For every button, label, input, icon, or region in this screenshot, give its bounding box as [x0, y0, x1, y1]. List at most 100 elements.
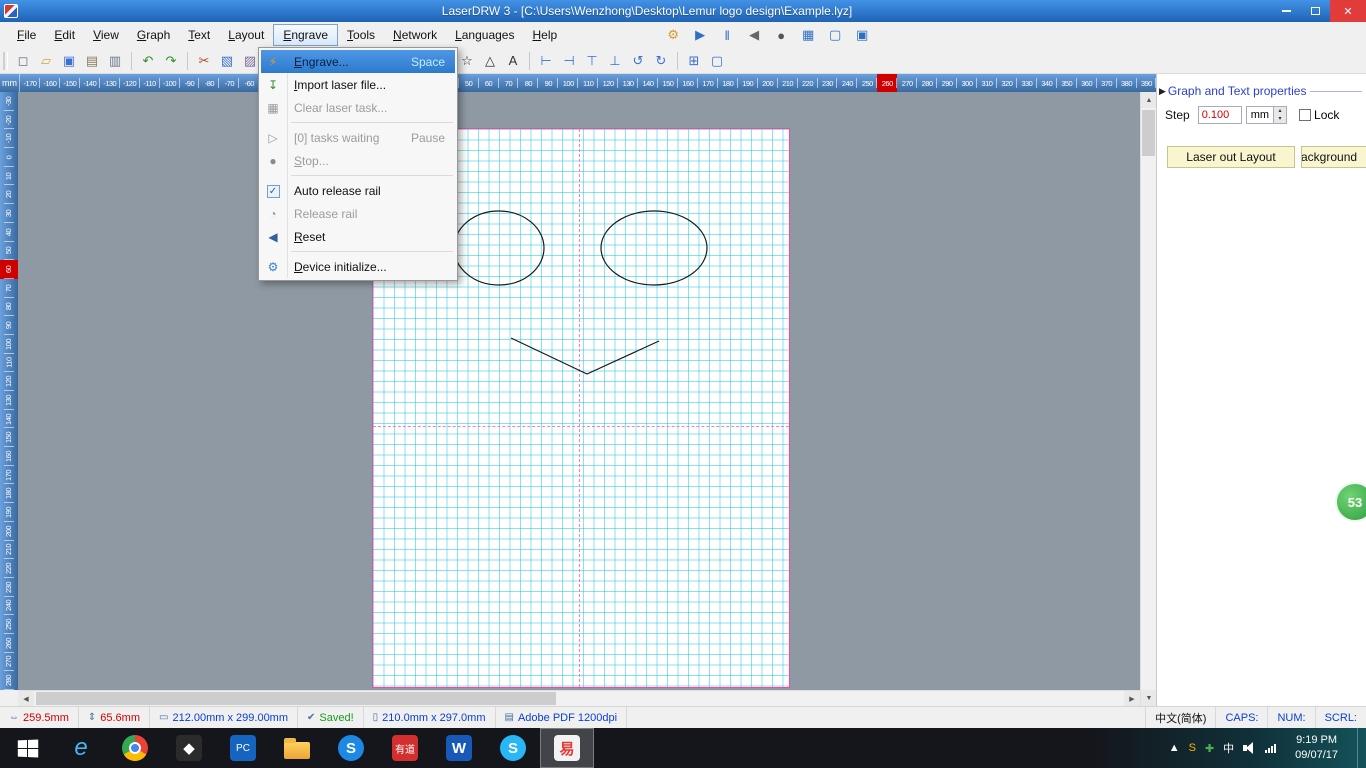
- unit-select[interactable]: mm ▴ ▾: [1246, 106, 1287, 124]
- toolbar-grip[interactable]: [3, 52, 8, 70]
- menu-item-0-tasks-waiting[interactable]: ▷[0] tasks waitingPause: [261, 126, 455, 149]
- menu-item-release-rail[interactable]: ◔Release rail: [261, 202, 455, 225]
- ruler-mark-label: 260: [882, 79, 893, 88]
- task-list-icon[interactable]: ▦: [797, 25, 819, 45]
- right-eye-ellipse[interactable]: [601, 211, 707, 285]
- polygon-tool-icon[interactable]: △: [479, 51, 501, 71]
- menu-layout[interactable]: Layout: [219, 24, 273, 46]
- yi-app-button[interactable]: 易: [540, 728, 594, 768]
- star-tool-icon[interactable]: ☆: [456, 51, 478, 71]
- menu-engrave[interactable]: Engrave: [273, 24, 338, 46]
- menu-item-stop[interactable]: ●Stop...: [261, 149, 455, 172]
- start-button[interactable]: [0, 728, 54, 768]
- tray-sogou-icon[interactable]: S: [1189, 742, 1196, 754]
- menu-text[interactable]: Text: [179, 24, 219, 46]
- align-top-icon[interactable]: ⊤: [581, 51, 603, 71]
- word-button[interactable]: W: [432, 728, 486, 768]
- rewind-icon[interactable]: ◀: [743, 25, 765, 45]
- vertical-scroll-thumb[interactable]: [1142, 110, 1155, 156]
- menu-item-reset[interactable]: ◀Reset: [261, 225, 455, 248]
- lock-control[interactable]: Lock: [1299, 108, 1339, 122]
- beak-polyline[interactable]: [511, 338, 659, 374]
- taskbar-clock[interactable]: 9:19 PM 09/07/17: [1285, 733, 1348, 764]
- maximize-button[interactable]: [1301, 0, 1330, 22]
- menu-languages[interactable]: Languages: [446, 24, 523, 46]
- rotate-right-icon[interactable]: ↻: [650, 51, 672, 71]
- ie-button[interactable]: e: [54, 728, 108, 768]
- align-bottom-icon[interactable]: ⊥: [604, 51, 626, 71]
- stop-icon[interactable]: ●: [770, 25, 792, 45]
- step-input[interactable]: [1198, 106, 1242, 124]
- menu-edit[interactable]: Edit: [45, 24, 84, 46]
- file-explorer-button[interactable]: [270, 728, 324, 768]
- menu-item-label: Device initialize...: [285, 260, 445, 274]
- scroll-down-arrow[interactable]: ▼: [1141, 690, 1157, 706]
- youdao-button[interactable]: 有道: [378, 728, 432, 768]
- spinner-up-icon[interactable]: ▴: [1274, 107, 1286, 115]
- align-right-icon[interactable]: ⊣: [558, 51, 580, 71]
- menu-item-clear-laser-task[interactable]: ▦Clear laser task...: [261, 96, 455, 119]
- chrome-button[interactable]: [108, 728, 162, 768]
- cut-icon[interactable]: ✂: [193, 51, 215, 71]
- vertical-ruler[interactable]: -30-20-100102030405060708090100110120130…: [0, 92, 18, 690]
- close-button[interactable]: ✕: [1330, 0, 1366, 22]
- rotate-left-icon[interactable]: ↺: [627, 51, 649, 71]
- tray-expand-icon[interactable]: ▲: [1169, 742, 1180, 754]
- horizontal-scrollbar[interactable]: ◀ ▶: [18, 690, 1140, 706]
- menu-graph[interactable]: Graph: [128, 24, 179, 46]
- print-icon[interactable]: ▥: [104, 51, 126, 71]
- sogou-browser-button[interactable]: S: [324, 728, 378, 768]
- show-desktop-button[interactable]: [1357, 728, 1366, 768]
- horizontal-ruler[interactable]: mm -170-160-150-140-130-120-110-100-90-8…: [0, 74, 1156, 92]
- canvas-viewport[interactable]: [18, 92, 1140, 690]
- menu-item-auto-release-rail[interactable]: ✓Auto release rail: [261, 179, 455, 202]
- save-file-icon[interactable]: ▣: [58, 51, 80, 71]
- new-file-icon[interactable]: ◻: [12, 51, 34, 71]
- monitor-icon[interactable]: ▢: [824, 25, 846, 45]
- ruler-mark-label: 220: [4, 563, 13, 574]
- inkscape-button[interactable]: ◆: [162, 728, 216, 768]
- menu-item-device-initialize[interactable]: ⚙Device initialize...: [261, 255, 455, 278]
- ruler-mark-label: 170: [702, 79, 713, 88]
- scroll-left-arrow[interactable]: ◀: [18, 691, 34, 707]
- minimize-button[interactable]: [1272, 0, 1301, 22]
- spinner-down-icon[interactable]: ▾: [1274, 115, 1286, 123]
- sogou-input-button[interactable]: S: [486, 728, 540, 768]
- left-eye-ellipse[interactable]: [454, 211, 544, 285]
- stamp-icon[interactable]: ▤: [81, 51, 103, 71]
- panel-expand-icon[interactable]: ▶: [1159, 86, 1166, 97]
- align-left-icon[interactable]: ⊢: [535, 51, 557, 71]
- grid-view-icon[interactable]: ⊞: [683, 51, 705, 71]
- pc-manager-button[interactable]: PC: [216, 728, 270, 768]
- text-tool-icon[interactable]: A: [502, 51, 524, 71]
- display-icon[interactable]: ▣: [851, 25, 873, 45]
- open-file-icon[interactable]: ▱: [35, 51, 57, 71]
- undo-icon[interactable]: ↶: [137, 51, 159, 71]
- menu-tools[interactable]: Tools: [338, 24, 384, 46]
- play-icon[interactable]: ▶: [689, 25, 711, 45]
- scroll-up-arrow[interactable]: ▲: [1141, 92, 1157, 108]
- preview-icon[interactable]: ▢: [706, 51, 728, 71]
- menu-item-engrave[interactable]: ⚡Engrave...Space: [261, 50, 455, 73]
- redo-icon[interactable]: ↷: [160, 51, 182, 71]
- tray-security-icon[interactable]: ✚: [1205, 742, 1214, 755]
- scroll-right-arrow[interactable]: ▶: [1124, 691, 1140, 707]
- menu-network[interactable]: Network: [384, 24, 446, 46]
- menu-file[interactable]: File: [8, 24, 45, 46]
- step-spinner[interactable]: ▴ ▾: [1273, 107, 1286, 123]
- pause-icon[interactable]: ‖: [716, 25, 738, 45]
- copy-icon[interactable]: ▧: [216, 51, 238, 71]
- tray-ime-icon[interactable]: 中: [1223, 740, 1234, 756]
- engrave-settings-icon[interactable]: ⚙: [662, 25, 684, 45]
- background-button[interactable]: Background: [1301, 146, 1366, 168]
- tray-volume-icon[interactable]: [1243, 742, 1256, 754]
- ruler-mark-340: 340: [1037, 74, 1057, 92]
- laser-out-layout-button[interactable]: Laser out Layout: [1167, 146, 1295, 168]
- menu-view[interactable]: View: [84, 24, 128, 46]
- lock-checkbox[interactable]: [1299, 109, 1311, 121]
- tray-network-icon[interactable]: [1265, 743, 1276, 753]
- menu-help[interactable]: Help: [523, 24, 566, 46]
- horizontal-scroll-thumb[interactable]: [36, 692, 556, 705]
- menu-item-import-laser-file[interactable]: ↧Import laser file...: [261, 73, 455, 96]
- vertical-scrollbar[interactable]: ▲ ▼: [1140, 92, 1156, 706]
